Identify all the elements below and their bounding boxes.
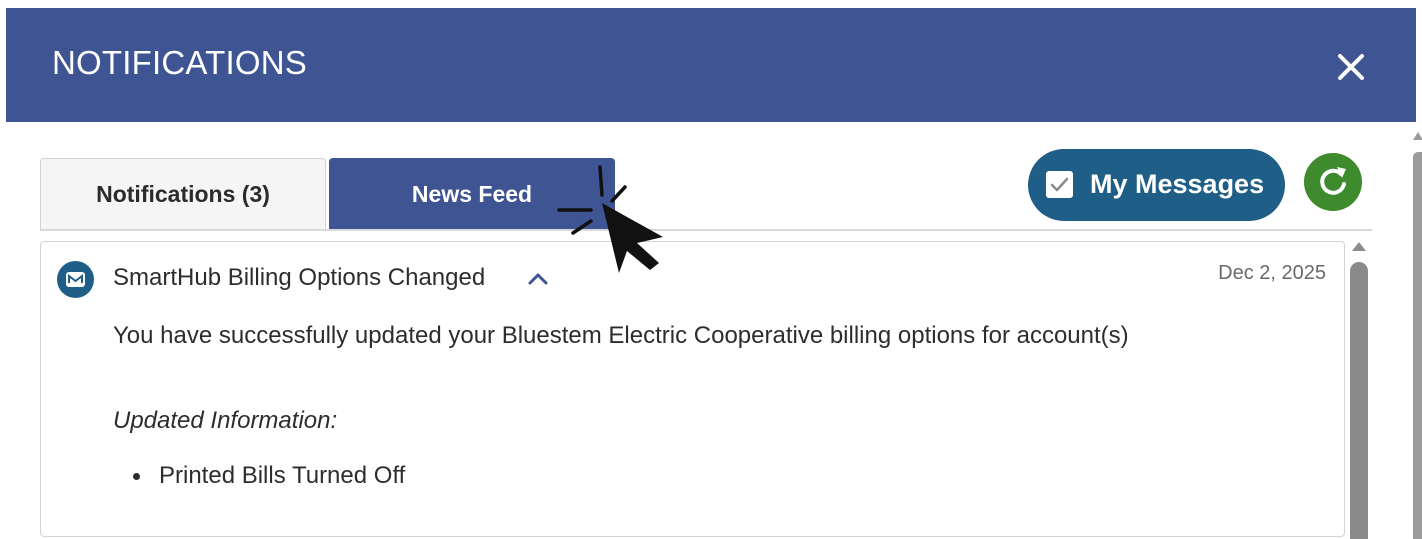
message-date: Dec 2, 2025	[1218, 262, 1326, 284]
mail-icon	[66, 272, 85, 287]
close-button[interactable]	[1334, 50, 1368, 84]
feed-scrollbar-thumb[interactable]	[1350, 262, 1368, 539]
my-messages-label: My Messages	[1090, 169, 1265, 199]
chevron-up-icon	[528, 273, 548, 285]
message-card: SmartHub Billing Options Changed Dec 2, …	[40, 241, 1345, 537]
panel-scrollbar-thumb[interactable]	[1413, 152, 1422, 539]
refresh-button[interactable]	[1304, 153, 1362, 211]
message-body: You have successfully updated your Blues…	[113, 322, 1129, 349]
tab-news-feed-label: News Feed	[411, 180, 533, 207]
feed-scroll-up-arrow[interactable]	[1352, 242, 1366, 251]
message-icon	[57, 261, 94, 298]
my-messages-checkbox[interactable]	[1046, 171, 1073, 198]
tab-notifications[interactable]: Notifications (3)	[40, 158, 326, 230]
tab-news-feed[interactable]: News Feed	[329, 158, 615, 230]
panel-scroll-up-arrow[interactable]	[1413, 132, 1422, 140]
redacted-account-number	[1191, 322, 1301, 352]
checkmark-icon	[1050, 177, 1069, 192]
message-list-item: Printed Bills Turned Off	[132, 462, 406, 489]
tab-notifications-label: Notifications (3)	[96, 181, 270, 207]
redacted-text	[109, 360, 819, 386]
message-title[interactable]: SmartHub Billing Options Changed	[113, 264, 485, 292]
refresh-icon	[1320, 167, 1346, 195]
close-icon	[1338, 54, 1364, 80]
collapse-button[interactable]	[523, 264, 553, 294]
panel-title: NOTIFICATIONS	[52, 44, 307, 81]
notifications-header: NOTIFICATIONS	[6, 8, 1416, 122]
notifications-panel: NOTIFICATIONS Notifications (3) News Fee…	[0, 0, 1422, 539]
tab-divider	[40, 229, 1372, 231]
message-subheading: Updated Information:	[113, 407, 338, 434]
my-messages-toggle[interactable]: My Messages	[1028, 149, 1285, 221]
